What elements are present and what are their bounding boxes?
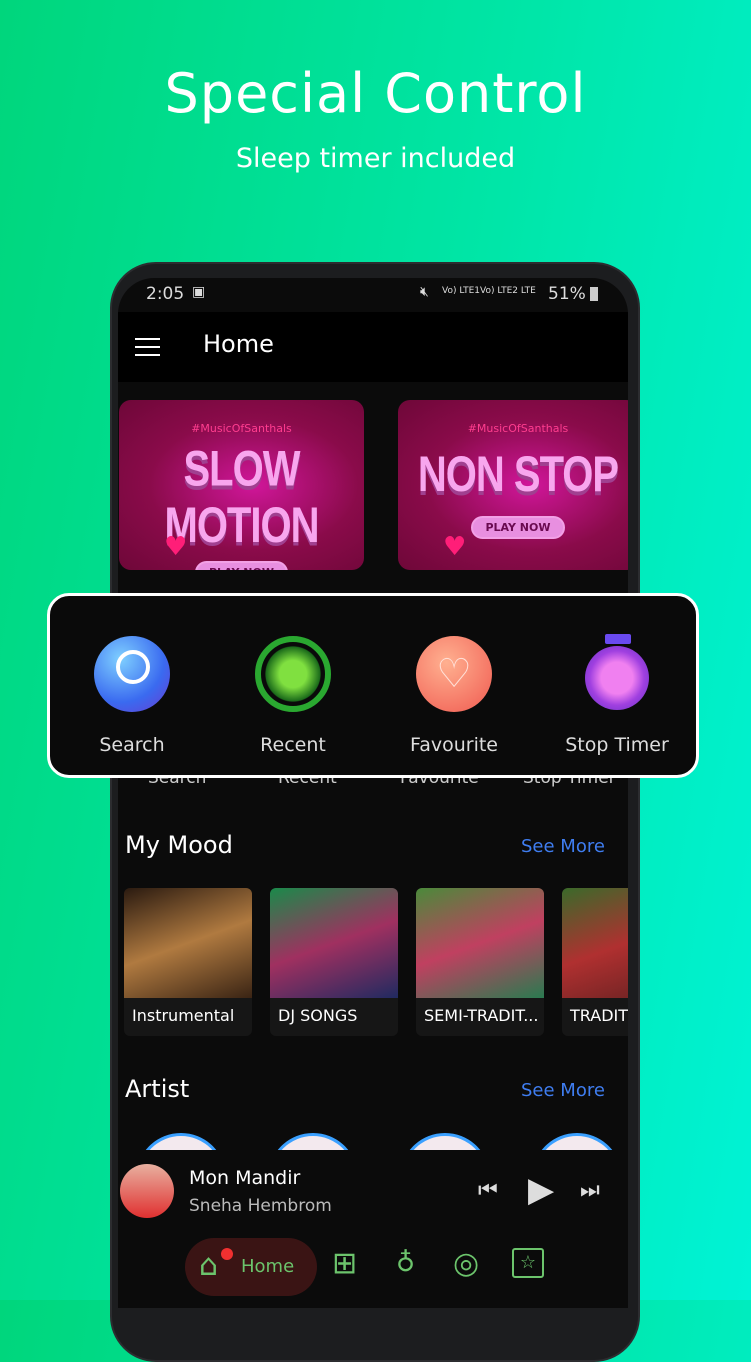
banner-title: NON STOP xyxy=(417,447,619,503)
mood-card[interactable]: SEMI-TRADIT... xyxy=(416,888,544,1036)
quick-action-label: Search xyxy=(99,734,165,756)
my-mood-see-more[interactable]: See More xyxy=(521,836,605,857)
banner-tag: #MusicOfSanthals xyxy=(191,422,292,435)
nav-home[interactable]: ⌂ Home xyxy=(185,1238,317,1296)
song-artist: Sneha Hembrom xyxy=(189,1196,332,1216)
grid-icon[interactable]: ⊞ xyxy=(332,1246,357,1281)
mood-label: Instrumental xyxy=(132,1006,235,1025)
quick-action-favourite[interactable]: ♡ Favourite xyxy=(374,596,534,781)
banner-slow-motion[interactable]: #MusicOfSanthals SLOW MOTION PLAY NOW ♥ xyxy=(119,400,364,570)
quick-action-stop-timer[interactable]: Stop Timer xyxy=(537,596,697,781)
heart-icon: ♥ xyxy=(443,532,467,562)
phone-screen: 2:05 ▣ 🔇︎ Vo) LTE1 Vo) LTE2 LTE 51% Home… xyxy=(118,278,628,1308)
mood-card[interactable]: DJ SONGS xyxy=(270,888,398,1036)
mood-label: SEMI-TRADIT... xyxy=(424,1006,539,1025)
play-icon[interactable]: ▶︎ xyxy=(528,1170,554,1210)
signal-1: Vo) LTE1 xyxy=(442,286,481,296)
heart-icon: ♥ xyxy=(164,532,188,562)
mood-image xyxy=(562,888,628,998)
quick-action-recent[interactable]: Recent xyxy=(213,596,373,781)
battery-level: 51% xyxy=(548,284,586,304)
nav-home-label: Home xyxy=(241,1256,295,1277)
wifi-icon: ▣ xyxy=(192,284,206,300)
song-title: Mon Mandir xyxy=(189,1167,301,1189)
search-icon xyxy=(94,636,170,712)
mood-image xyxy=(416,888,544,998)
status-time: 2:05 xyxy=(146,284,185,304)
quick-action-label: Recent xyxy=(260,734,326,756)
promo-title: Special Control xyxy=(164,62,587,125)
page-title: Home xyxy=(203,330,274,358)
battery-icon xyxy=(590,287,598,301)
mood-image xyxy=(270,888,398,998)
next-icon[interactable]: ⏭︎ xyxy=(580,1178,600,1203)
quick-action-label: Stop Timer xyxy=(565,734,669,756)
mood-image xyxy=(124,888,252,998)
mood-card[interactable]: Instrumental xyxy=(124,888,252,1036)
app-bar: Home xyxy=(118,312,628,382)
artist-see-more[interactable]: See More xyxy=(521,1080,605,1101)
signal-2: Vo) LTE2 LTE xyxy=(480,286,536,296)
menu-icon[interactable] xyxy=(135,338,160,356)
banner-non-stop[interactable]: #MusicOfSanthals NON STOP PLAY NOW ♥ xyxy=(398,400,628,570)
notification-dot xyxy=(221,1248,233,1260)
album-art xyxy=(120,1164,174,1218)
previous-icon[interactable]: ⏮︎ xyxy=(478,1178,498,1203)
mood-card[interactable]: TRADITI xyxy=(562,888,628,1036)
play-now-button[interactable]: PLAY NOW xyxy=(194,561,289,570)
play-now-button[interactable]: PLAY NOW xyxy=(471,516,565,539)
mood-label: DJ SONGS xyxy=(278,1006,358,1025)
mood-label: TRADITI xyxy=(570,1006,628,1025)
favorites-star-icon[interactable]: ☆ xyxy=(512,1248,544,1278)
quick-actions-popup: Search Recent ♡ Favourite Stop Timer xyxy=(47,593,699,778)
banner-title: SLOW MOTION xyxy=(164,441,320,553)
recent-icon xyxy=(255,636,331,712)
banner-tag: #MusicOfSanthals xyxy=(467,422,569,435)
mini-player[interactable]: Mon Mandir Sneha Hembrom ⏮︎ ▶︎ ⏭︎ xyxy=(118,1150,628,1234)
bottom-nav: ⌂ Home ⊞ ♁ ◎ ☆ xyxy=(118,1230,628,1308)
artist-title: Artist xyxy=(125,1075,190,1103)
mute-icon: 🔇︎ xyxy=(420,284,429,300)
quick-action-search[interactable]: Search xyxy=(52,596,212,781)
promo-subtitle: Sleep timer included xyxy=(235,143,516,174)
my-mood-title: My Mood xyxy=(125,831,233,859)
heart-icon: ♡ xyxy=(416,636,492,712)
timer-icon-cap xyxy=(605,634,631,644)
microphone-icon[interactable]: ♁ xyxy=(396,1248,415,1278)
disc-icon[interactable]: ◎ xyxy=(453,1246,479,1281)
status-bar: 2:05 ▣ 🔇︎ Vo) LTE1 Vo) LTE2 LTE 51% xyxy=(118,278,628,312)
quick-action-label: Favourite xyxy=(410,734,498,756)
timer-icon xyxy=(585,646,649,710)
home-icon: ⌂ xyxy=(199,1248,219,1283)
